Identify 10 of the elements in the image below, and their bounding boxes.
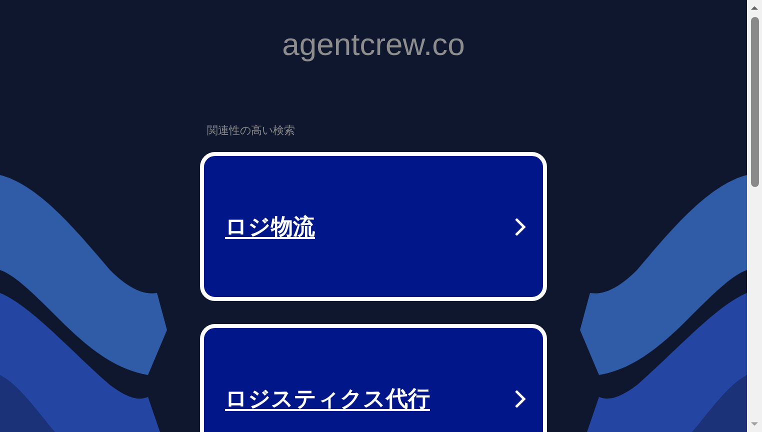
related-searches-heading: 関連性の高い検索	[207, 123, 296, 138]
scrollbar-thumb[interactable]	[750, 17, 758, 187]
chevron-right-icon	[514, 216, 526, 236]
scroll-up-icon[interactable]	[750, 5, 759, 11]
related-search-link[interactable]: ロジ物流	[200, 152, 547, 301]
scrollbar[interactable]	[747, 0, 762, 432]
scroll-down-icon[interactable]	[750, 421, 759, 427]
chevron-right-icon	[514, 388, 526, 408]
related-search-link[interactable]: ロジスティクス代行	[200, 324, 547, 432]
site-title: agentcrew.co	[282, 26, 465, 64]
